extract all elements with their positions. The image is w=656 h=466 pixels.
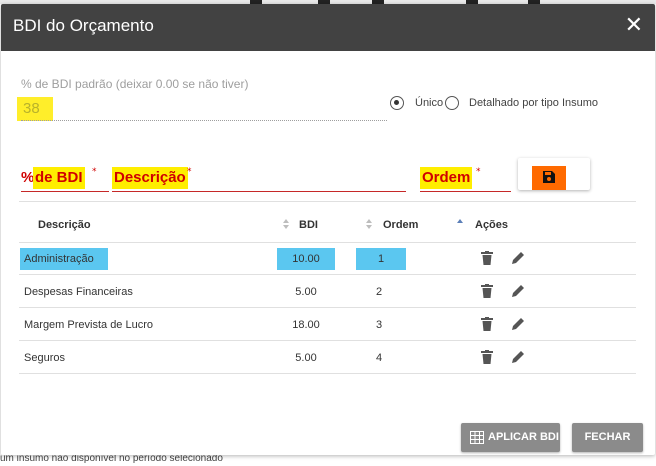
- pct-required-mark: *: [92, 167, 97, 177]
- sort-icon[interactable]: [282, 217, 290, 231]
- trash-icon[interactable]: [481, 350, 493, 364]
- ordem-field-input[interactable]: [420, 191, 511, 192]
- desc-field-label: Descrição: [112, 167, 188, 189]
- row-separator: [19, 340, 636, 341]
- radio-detalhado[interactable]: [445, 96, 459, 110]
- sort-ascending-icon[interactable]: [456, 217, 464, 231]
- radio-unico[interactable]: [390, 96, 404, 110]
- table-grid-icon: [470, 431, 484, 444]
- ordem-required-mark: *: [476, 167, 481, 177]
- row-2-descricao: Despesas Financeiras: [24, 286, 133, 298]
- trash-icon[interactable]: [481, 251, 493, 265]
- row-3-ordem: 3: [376, 319, 383, 331]
- save-button[interactable]: [518, 158, 590, 190]
- background-caption: um insumo não disponível no período sele…: [0, 455, 223, 464]
- col-header-bdi[interactable]: BDI: [299, 219, 318, 231]
- row-1-ordem: 1: [356, 248, 406, 270]
- bdi-dialog: BDI do Orçamento ✕ % de BDI padrão (deix…: [1, 4, 655, 455]
- pencil-icon[interactable]: [511, 317, 525, 331]
- form-separator: [19, 201, 636, 202]
- row-2-ordem: 2: [376, 286, 383, 298]
- desc-required-mark: *: [187, 167, 192, 177]
- apply-bdi-button[interactable]: APLICAR BDI: [461, 423, 560, 452]
- floppy-disk-icon: [543, 171, 555, 183]
- col-header-descricao[interactable]: Descrição: [38, 219, 91, 231]
- bdi-padrao-label: % de BDI padrão (deixar 0.00 se não tive…: [21, 77, 249, 91]
- pencil-icon[interactable]: [511, 251, 525, 265]
- desc-field-input[interactable]: [112, 191, 406, 192]
- sort-icon[interactable]: [365, 217, 373, 231]
- col-header-ordem[interactable]: Ordem: [383, 219, 418, 231]
- row-1-descricao: Administração: [20, 248, 108, 270]
- close-button[interactable]: FECHAR: [572, 423, 643, 452]
- table-header-separator: [19, 242, 636, 243]
- trash-icon[interactable]: [481, 317, 493, 331]
- pct-field-input[interactable]: [21, 191, 109, 192]
- radio-detalhado-label: Detalhado por tipo Insumo: [469, 97, 599, 109]
- close-icon[interactable]: ✕: [625, 12, 643, 40]
- row-2-bdi: 5.00: [295, 286, 317, 298]
- row-3-descricao: Margem Prevista de Lucro: [24, 319, 153, 331]
- background-text: um insumo não disponível no período sele…: [0, 455, 656, 466]
- pencil-icon[interactable]: [511, 350, 525, 364]
- bdi-padrao-input[interactable]: 38: [17, 97, 53, 121]
- row-4-descricao: Seguros: [24, 352, 65, 364]
- trash-icon[interactable]: [481, 284, 493, 298]
- row-4-ordem: 4: [376, 352, 383, 364]
- bdi-padrao-underline: [21, 120, 387, 121]
- row-separator: [19, 274, 636, 275]
- row-separator: [19, 307, 636, 308]
- pencil-icon[interactable]: [511, 284, 525, 298]
- row-separator: [19, 373, 636, 374]
- row-4-bdi: 5.00: [295, 352, 317, 364]
- apply-bdi-label: APLICAR BDI: [488, 431, 559, 443]
- ordem-field-label: Ordem: [420, 167, 473, 189]
- row-3-bdi: 18.00: [292, 319, 320, 331]
- col-header-acoes: Ações: [475, 219, 509, 231]
- dialog-header: BDI do Orçamento ✕: [1, 4, 655, 51]
- row-1-bdi: 10.00: [277, 248, 335, 270]
- radio-unico-label: Único: [415, 97, 444, 109]
- pct-field-label: de BDI: [33, 167, 85, 189]
- dialog-title: BDI do Orçamento: [13, 16, 154, 35]
